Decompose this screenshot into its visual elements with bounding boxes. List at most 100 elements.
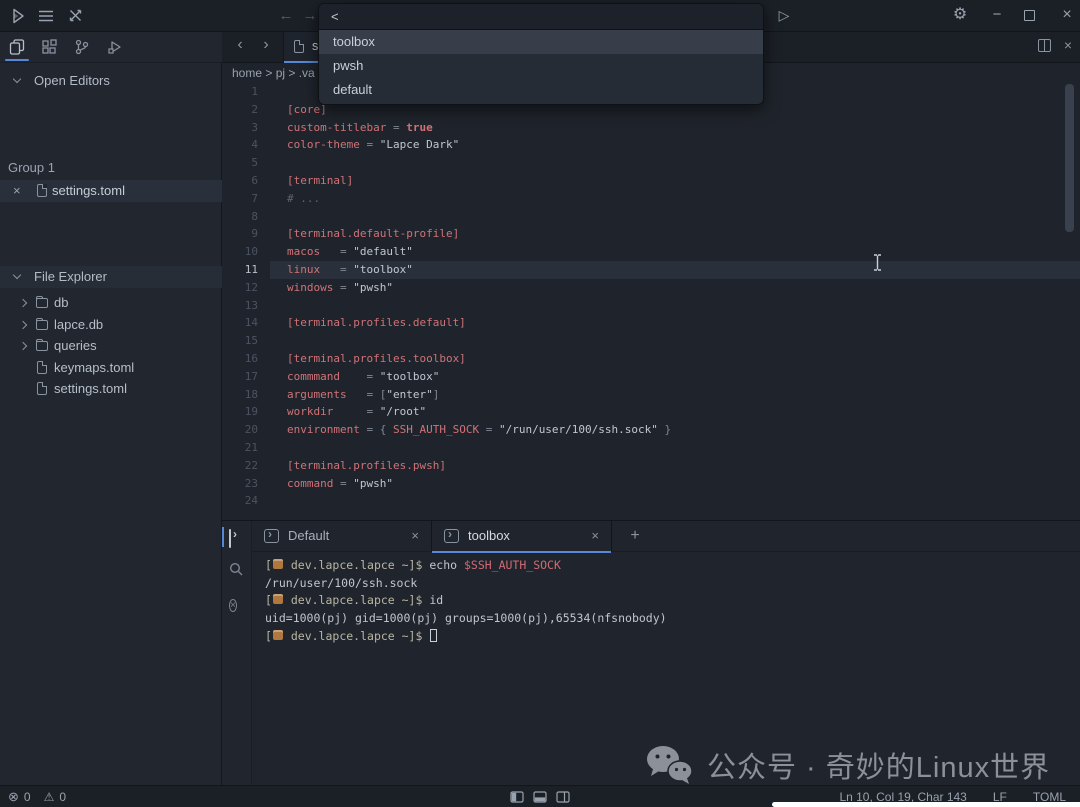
active-panel-indicator — [222, 527, 224, 547]
open-editor-filename: settings.toml — [52, 180, 125, 202]
lapce-logo-icon — [10, 8, 26, 24]
tab-nav-forward-icon[interactable]: › — [258, 36, 274, 54]
palette-item[interactable]: toolbox — [319, 30, 763, 54]
warning-count[interactable]: 0 — [59, 790, 66, 804]
terminal-tab-toolbox[interactable]: toolbox× — [432, 521, 612, 552]
debug-panel-icon[interactable] — [107, 39, 123, 55]
line-number: 12 — [222, 279, 270, 297]
line-number: 18 — [222, 386, 270, 404]
code-line[interactable]: macos = "default" — [270, 243, 1080, 261]
code-line[interactable] — [270, 439, 1080, 457]
editor-scrollbar[interactable] — [1065, 84, 1074, 232]
split-editor-icon[interactable] — [1038, 39, 1051, 52]
close-terminal-icon[interactable]: × — [411, 521, 419, 551]
problems-panel-icon[interactable]: × — [229, 595, 237, 613]
palette-list: toolboxpwshdefault — [319, 30, 763, 104]
warning-count-icon[interactable]: ⚠ — [44, 790, 55, 804]
code-line[interactable]: command = "pwsh" — [270, 475, 1080, 493]
settings-gear-icon[interactable]: ⚙ — [951, 7, 969, 25]
tree-item-label: lapce.db — [54, 314, 103, 336]
code-line[interactable]: linux = "toolbox" — [270, 261, 1080, 279]
palette-item[interactable]: default — [319, 78, 763, 102]
close-terminal-icon[interactable]: × — [591, 521, 599, 551]
code-line[interactable]: workdir = "/root" — [270, 403, 1080, 421]
history-forward-icon[interactable]: → — [301, 8, 319, 26]
line-number: 21 — [222, 439, 270, 457]
tab-nav-back-icon[interactable]: ‹ — [232, 36, 248, 54]
panel-icon-strip: × — [222, 521, 252, 786]
tree-item-settings.toml[interactable]: settings.toml — [0, 378, 222, 400]
tree-item-label: settings.toml — [54, 378, 127, 400]
terminal-icon — [444, 529, 459, 543]
line-number: 4 — [222, 136, 270, 154]
run-button[interactable]: ▷ — [775, 7, 793, 25]
line-number: 16 — [222, 350, 270, 368]
code-line[interactable]: environment = { SSH_AUTH_SOCK = "/run/us… — [270, 421, 1080, 439]
terminal-line: uid=1000(pj) gid=1000(pj) groups=1000(pj… — [252, 610, 1080, 628]
line-number: 2 — [222, 101, 270, 119]
window-maximize-button[interactable] — [1024, 10, 1035, 21]
code-line[interactable]: commmand = "toolbox" — [270, 368, 1080, 386]
line-number: 24 — [222, 492, 270, 510]
code-line[interactable]: color-theme = "Lapce Dark" — [270, 136, 1080, 154]
close-editor-icon[interactable]: × — [13, 180, 21, 202]
new-terminal-button[interactable]: + — [620, 521, 650, 551]
palette-input[interactable] — [319, 4, 763, 30]
extensions-panel-icon[interactable] — [41, 39, 57, 55]
code-line[interactable] — [270, 332, 1080, 350]
remote-connection-icon[interactable] — [68, 8, 83, 23]
mouse-ibeam-cursor — [872, 254, 883, 271]
toggle-left-panel-icon[interactable] — [510, 790, 524, 804]
code-line[interactable]: arguments = ["enter"] — [270, 386, 1080, 404]
folder-icon — [36, 341, 48, 351]
open-editors-header[interactable]: Open Editors — [0, 70, 222, 92]
window-close-button[interactable]: × — [1058, 7, 1076, 25]
line-number: 3 — [222, 119, 270, 137]
search-panel-icon[interactable] — [229, 562, 244, 577]
toggle-right-panel-icon[interactable] — [556, 790, 570, 804]
code-line[interactable]: [terminal.profiles.pwsh] — [270, 457, 1080, 475]
code-line[interactable]: [terminal.profiles.toolbox] — [270, 350, 1080, 368]
artifact-scrollbar — [772, 802, 1080, 807]
toggle-bottom-panel-icon[interactable] — [533, 790, 547, 804]
error-count-icon[interactable]: ⊗ — [8, 789, 19, 805]
window-minimize-button[interactable]: − — [988, 7, 1006, 25]
file-tree: dblapce.dbquerieskeymaps.tomlsettings.to… — [0, 292, 222, 400]
close-editor-group-icon[interactable]: × — [1064, 39, 1072, 52]
tree-item-db[interactable]: db — [0, 292, 222, 314]
file-explorer-panel-icon[interactable] — [9, 39, 25, 55]
code-line[interactable] — [270, 208, 1080, 226]
terminal-tab-Default[interactable]: Default× — [252, 521, 432, 552]
terminal-line: [ dev.lapce.lapce ~]$ id — [252, 592, 1080, 610]
line-number: 13 — [222, 297, 270, 315]
file-explorer-header[interactable]: File Explorer — [0, 266, 222, 288]
open-editor-item-settings-toml[interactable]: × settings.toml — [0, 180, 222, 202]
code-line[interactable] — [270, 492, 1080, 510]
code-line[interactable] — [270, 297, 1080, 315]
wechat-icon — [645, 745, 693, 785]
error-count[interactable]: 0 — [24, 790, 31, 804]
open-editors-title: Open Editors — [34, 70, 110, 92]
code-line[interactable]: [terminal] — [270, 172, 1080, 190]
code-line[interactable] — [270, 154, 1080, 172]
menu-icon[interactable] — [38, 10, 54, 22]
tree-item-lapce.db[interactable]: lapce.db — [0, 314, 222, 336]
palette-item[interactable]: pwsh — [319, 54, 763, 78]
code-line[interactable]: windows = "pwsh" — [270, 279, 1080, 297]
history-back-icon[interactable]: ← — [277, 8, 295, 26]
source-control-panel-icon[interactable] — [74, 39, 90, 55]
tree-item-queries[interactable]: queries — [0, 335, 222, 357]
activity-bar — [0, 32, 222, 63]
tree-item-keymaps.toml[interactable]: keymaps.toml — [0, 357, 222, 379]
tree-item-label: queries — [54, 335, 97, 357]
code-editor[interactable]: 123456789101112131415161718192021222324 … — [222, 83, 1080, 520]
tree-item-label: keymaps.toml — [54, 357, 134, 379]
code-line[interactable]: [terminal.default-profile] — [270, 225, 1080, 243]
chevron-down-icon — [13, 271, 21, 279]
code-line[interactable]: # ... — [270, 190, 1080, 208]
file-explorer-title: File Explorer — [34, 266, 107, 288]
terminal-panel-icon[interactable] — [229, 530, 231, 548]
code-line[interactable]: custom-titlebar = true — [270, 119, 1080, 137]
chevron-right-icon — [19, 299, 27, 307]
code-line[interactable]: [terminal.profiles.default] — [270, 314, 1080, 332]
